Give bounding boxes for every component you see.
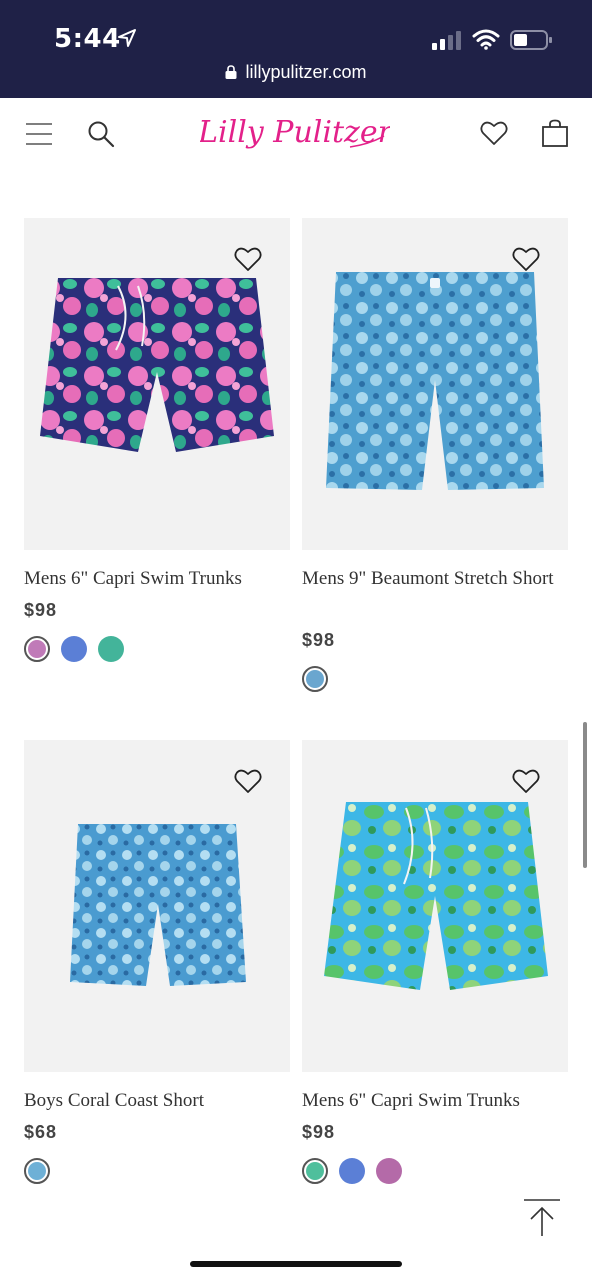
favorite-heart-icon[interactable] [512, 246, 540, 272]
color-swatches [24, 1158, 64, 1184]
product-price: $98 [302, 1122, 336, 1142]
product-image[interactable] [302, 218, 568, 550]
swatch-fill [28, 640, 46, 658]
product-price: $98 [302, 630, 336, 650]
stretch-short-image [326, 272, 544, 490]
product-image[interactable] [24, 740, 290, 1072]
color-swatch[interactable] [24, 636, 50, 662]
boys-short-image [70, 824, 246, 986]
color-swatch[interactable] [339, 1158, 365, 1184]
color-swatches [302, 1158, 412, 1184]
home-indicator[interactable] [190, 1261, 402, 1267]
product-card[interactable]: Mens 6" Capri Swim Trunks $98 [302, 740, 568, 1190]
color-swatch[interactable] [24, 1158, 50, 1184]
swatch-fill [339, 1158, 365, 1184]
color-swatch[interactable] [302, 1158, 328, 1184]
status-time: 5:44 [54, 24, 121, 54]
product-image[interactable] [302, 740, 568, 1072]
product-price: $68 [24, 1122, 58, 1142]
product-name[interactable]: Mens 9" Beaumont Stretch Short [302, 564, 568, 594]
address-bar[interactable]: lillypulitzer.com [0, 62, 592, 83]
favorite-heart-icon[interactable] [512, 768, 540, 794]
url-text: lillypulitzer.com [245, 62, 367, 82]
color-swatch[interactable] [376, 1158, 402, 1184]
search-icon[interactable] [87, 120, 115, 148]
cellular-signal-icon [432, 31, 461, 50]
scrollbar[interactable] [583, 722, 587, 868]
wifi-icon [472, 29, 500, 50]
product-card[interactable]: Boys Coral Coast Short $68 [24, 740, 290, 1190]
color-swatches [302, 666, 342, 692]
product-name[interactable]: Mens 6" Capri Swim Trunks [24, 564, 290, 594]
swatch-fill [376, 1158, 402, 1184]
product-price: $98 [24, 600, 58, 620]
arrow-up-icon[interactable] [522, 1198, 562, 1238]
swim-trunks-image [40, 278, 274, 452]
product-card[interactable]: Mens 6" Capri Swim Trunks $98 [24, 218, 290, 668]
favorite-heart-icon[interactable] [234, 246, 262, 272]
swatch-fill [28, 1162, 46, 1180]
location-arrow-icon [118, 29, 136, 47]
site-header: Lilly Pulitzer [0, 98, 592, 170]
shopping-bag-icon[interactable] [541, 119, 569, 147]
swatch-fill [306, 670, 324, 688]
wishlist-heart-icon[interactable] [480, 120, 508, 146]
battery-icon [510, 30, 552, 50]
product-name[interactable]: Boys Coral Coast Short [24, 1086, 290, 1116]
swatch-fill [306, 1162, 324, 1180]
swatch-fill [98, 636, 124, 662]
swatch-fill [61, 636, 87, 662]
favorite-heart-icon[interactable] [234, 768, 262, 794]
product-name[interactable]: Mens 6" Capri Swim Trunks [302, 1086, 568, 1116]
color-swatch[interactable] [98, 636, 124, 662]
product-card[interactable]: Mens 9" Beaumont Stretch Short $98 [302, 218, 568, 698]
brand-logo[interactable]: Lilly Pulitzer [200, 106, 390, 162]
status-bar: 5:44 lillypulitzer.com [0, 0, 592, 98]
color-swatch[interactable] [61, 636, 87, 662]
lock-icon [225, 65, 237, 79]
swim-trunks-image [324, 802, 548, 990]
product-image[interactable] [24, 218, 290, 550]
color-swatches [24, 636, 134, 662]
color-swatch[interactable] [302, 666, 328, 692]
menu-icon[interactable] [26, 122, 52, 146]
